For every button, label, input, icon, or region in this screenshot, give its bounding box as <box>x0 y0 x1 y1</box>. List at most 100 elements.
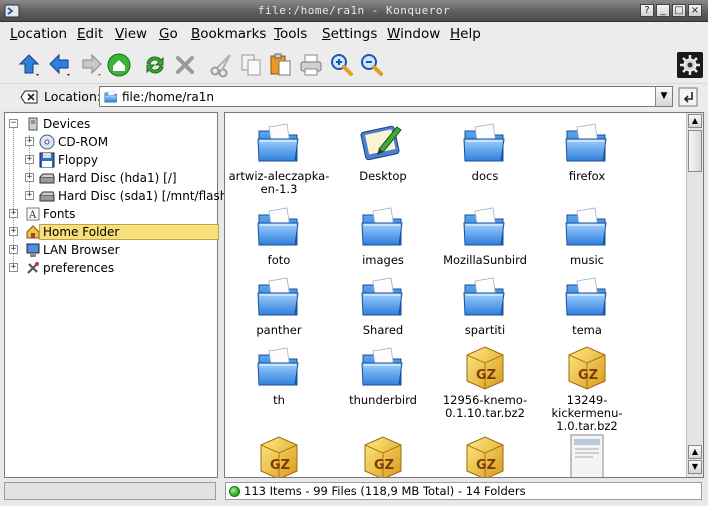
expand-toggle[interactable]: + <box>25 155 34 164</box>
sidebar-tree[interactable]: − Devices + CD-ROM + Floppy + Hard Disc … <box>4 112 232 478</box>
status-text: 113 Items - 99 Files (118,9 MB Total) - … <box>244 484 526 498</box>
file-item[interactable]: Shared <box>331 273 435 337</box>
zoom-in-icon[interactable] <box>328 52 354 78</box>
close-button[interactable]: × <box>688 4 702 17</box>
menu-edit[interactable]: Edit <box>77 26 103 42</box>
expand-toggle[interactable]: + <box>9 209 18 218</box>
home-folder-icon <box>26 225 40 239</box>
cdrom-icon <box>39 134 55 150</box>
file-item[interactable]: thunderbird <box>331 343 435 407</box>
vertical-scrollbar[interactable]: ▲ ▲ ▼ <box>686 113 703 477</box>
menu-settings[interactable]: Settings <box>322 26 377 42</box>
scroll-up-lower-button[interactable]: ▲ <box>688 445 702 459</box>
menu-view[interactable]: View <box>115 26 147 42</box>
file-item[interactable] <box>227 433 331 477</box>
reload-icon[interactable] <box>142 52 168 78</box>
file-item[interactable] <box>331 433 435 477</box>
file-item[interactable] <box>433 433 537 477</box>
scroll-thumb[interactable] <box>688 130 702 172</box>
back-icon[interactable] <box>47 52 73 78</box>
expand-toggle[interactable]: + <box>9 227 18 236</box>
print-icon[interactable] <box>298 52 324 78</box>
menu-location[interactable]: Location <box>10 26 67 42</box>
status-bar: 113 Items - 99 Files (118,9 MB Total) - … <box>225 482 702 500</box>
up-icon[interactable] <box>16 52 42 78</box>
clear-location-icon[interactable] <box>20 89 38 105</box>
file-item[interactable] <box>535 433 639 477</box>
file-name: docs <box>471 169 499 183</box>
paste-icon[interactable] <box>267 52 293 78</box>
expand-toggle[interactable]: + <box>9 263 18 272</box>
file-name: 12956-knemo-0.1.10.tar.bz2 <box>442 393 528 420</box>
tree-item-home-folder[interactable]: + Home Folder <box>9 223 219 241</box>
file-item[interactable]: artwiz-aleczapka-en-1.3 <box>227 119 331 196</box>
file-name: tema <box>572 323 602 337</box>
menu-window[interactable]: Window <box>387 26 440 42</box>
file-icon-view[interactable]: artwiz-aleczapka-en-1.3 Desktop docs firefo… <box>224 112 704 478</box>
minimize-button[interactable]: _ <box>656 4 670 17</box>
folder-icon <box>359 273 407 321</box>
hard-disc-icon <box>39 191 55 202</box>
file-name: spartiti <box>464 323 506 337</box>
folder-icon <box>563 273 611 321</box>
go-icon[interactable] <box>678 87 698 107</box>
menu-go[interactable]: Go <box>159 26 178 42</box>
scroll-down-button[interactable]: ▼ <box>688 460 702 474</box>
help-window-button[interactable]: ? <box>640 4 654 17</box>
hard-disc-icon <box>39 173 55 184</box>
file-item[interactable]: tema <box>535 273 639 337</box>
menu-bookmarks[interactable]: Bookmarks <box>191 26 266 42</box>
file-name: panther <box>256 323 302 337</box>
file-item[interactable]: 13249-kickermenu-1.0.tar.bz2 <box>535 343 639 433</box>
cut-icon[interactable] <box>208 52 234 78</box>
archive-icon <box>461 433 509 477</box>
archive-icon <box>461 343 509 391</box>
file-item[interactable]: 12956-knemo-0.1.10.tar.bz2 <box>433 343 537 420</box>
location-value: file:/home/ra1n <box>122 90 214 104</box>
file-item[interactable]: spartiti <box>433 273 537 337</box>
home-icon[interactable] <box>106 52 132 78</box>
file-item[interactable]: foto <box>227 203 331 267</box>
status-led-icon <box>229 486 240 497</box>
menu-tools[interactable]: Tools <box>274 26 307 42</box>
menu-help[interactable]: Help <box>450 26 481 42</box>
menu-bar: Location Edit View Go Bookmarks Tools Se… <box>0 22 708 46</box>
location-input[interactable]: file:/home/ra1n ▼ <box>99 86 673 107</box>
copy-icon[interactable] <box>238 52 264 78</box>
file-item[interactable]: MozillaSunbird <box>433 203 537 267</box>
main-toolbar <box>0 46 708 84</box>
folder-icon <box>255 343 303 391</box>
file-item[interactable]: th <box>227 343 331 407</box>
forward-icon[interactable] <box>78 52 104 78</box>
file-name: th <box>273 393 285 407</box>
folder-icon <box>563 203 611 251</box>
file-item[interactable]: Desktop <box>331 119 435 183</box>
konqueror-gear-icon[interactable] <box>677 52 703 78</box>
archive-icon <box>255 433 303 477</box>
file-name: artwiz-aleczapka-en-1.3 <box>228 169 330 196</box>
file-item[interactable]: docs <box>433 119 537 183</box>
collapse-toggle[interactable]: − <box>9 119 18 128</box>
title-bar[interactable]: file:/home/ra1n - Konqueror ? _ □ × <box>0 0 708 22</box>
file-item[interactable]: images <box>331 203 435 267</box>
desktop-icon <box>359 119 407 167</box>
file-item[interactable]: firefox <box>535 119 639 183</box>
fonts-icon: A <box>26 207 40 221</box>
zoom-out-icon[interactable] <box>358 52 384 78</box>
status-left-panel <box>4 482 216 500</box>
expand-toggle[interactable]: + <box>25 173 34 182</box>
file-item[interactable]: panther <box>227 273 331 337</box>
file-item[interactable]: music <box>535 203 639 267</box>
expand-toggle[interactable]: + <box>9 245 18 254</box>
location-dropdown-button[interactable]: ▼ <box>655 87 672 106</box>
expand-toggle[interactable]: + <box>25 137 34 146</box>
stop-icon[interactable] <box>172 52 198 78</box>
maximize-button[interactable]: □ <box>672 4 686 17</box>
scroll-up-button[interactable]: ▲ <box>688 114 702 128</box>
file-name: images <box>362 253 404 267</box>
file-name: thunderbird <box>349 393 417 407</box>
expand-toggle[interactable]: + <box>25 191 34 200</box>
document-icon <box>563 433 611 477</box>
preferences-icon <box>27 262 39 274</box>
file-name: foto <box>267 253 291 267</box>
